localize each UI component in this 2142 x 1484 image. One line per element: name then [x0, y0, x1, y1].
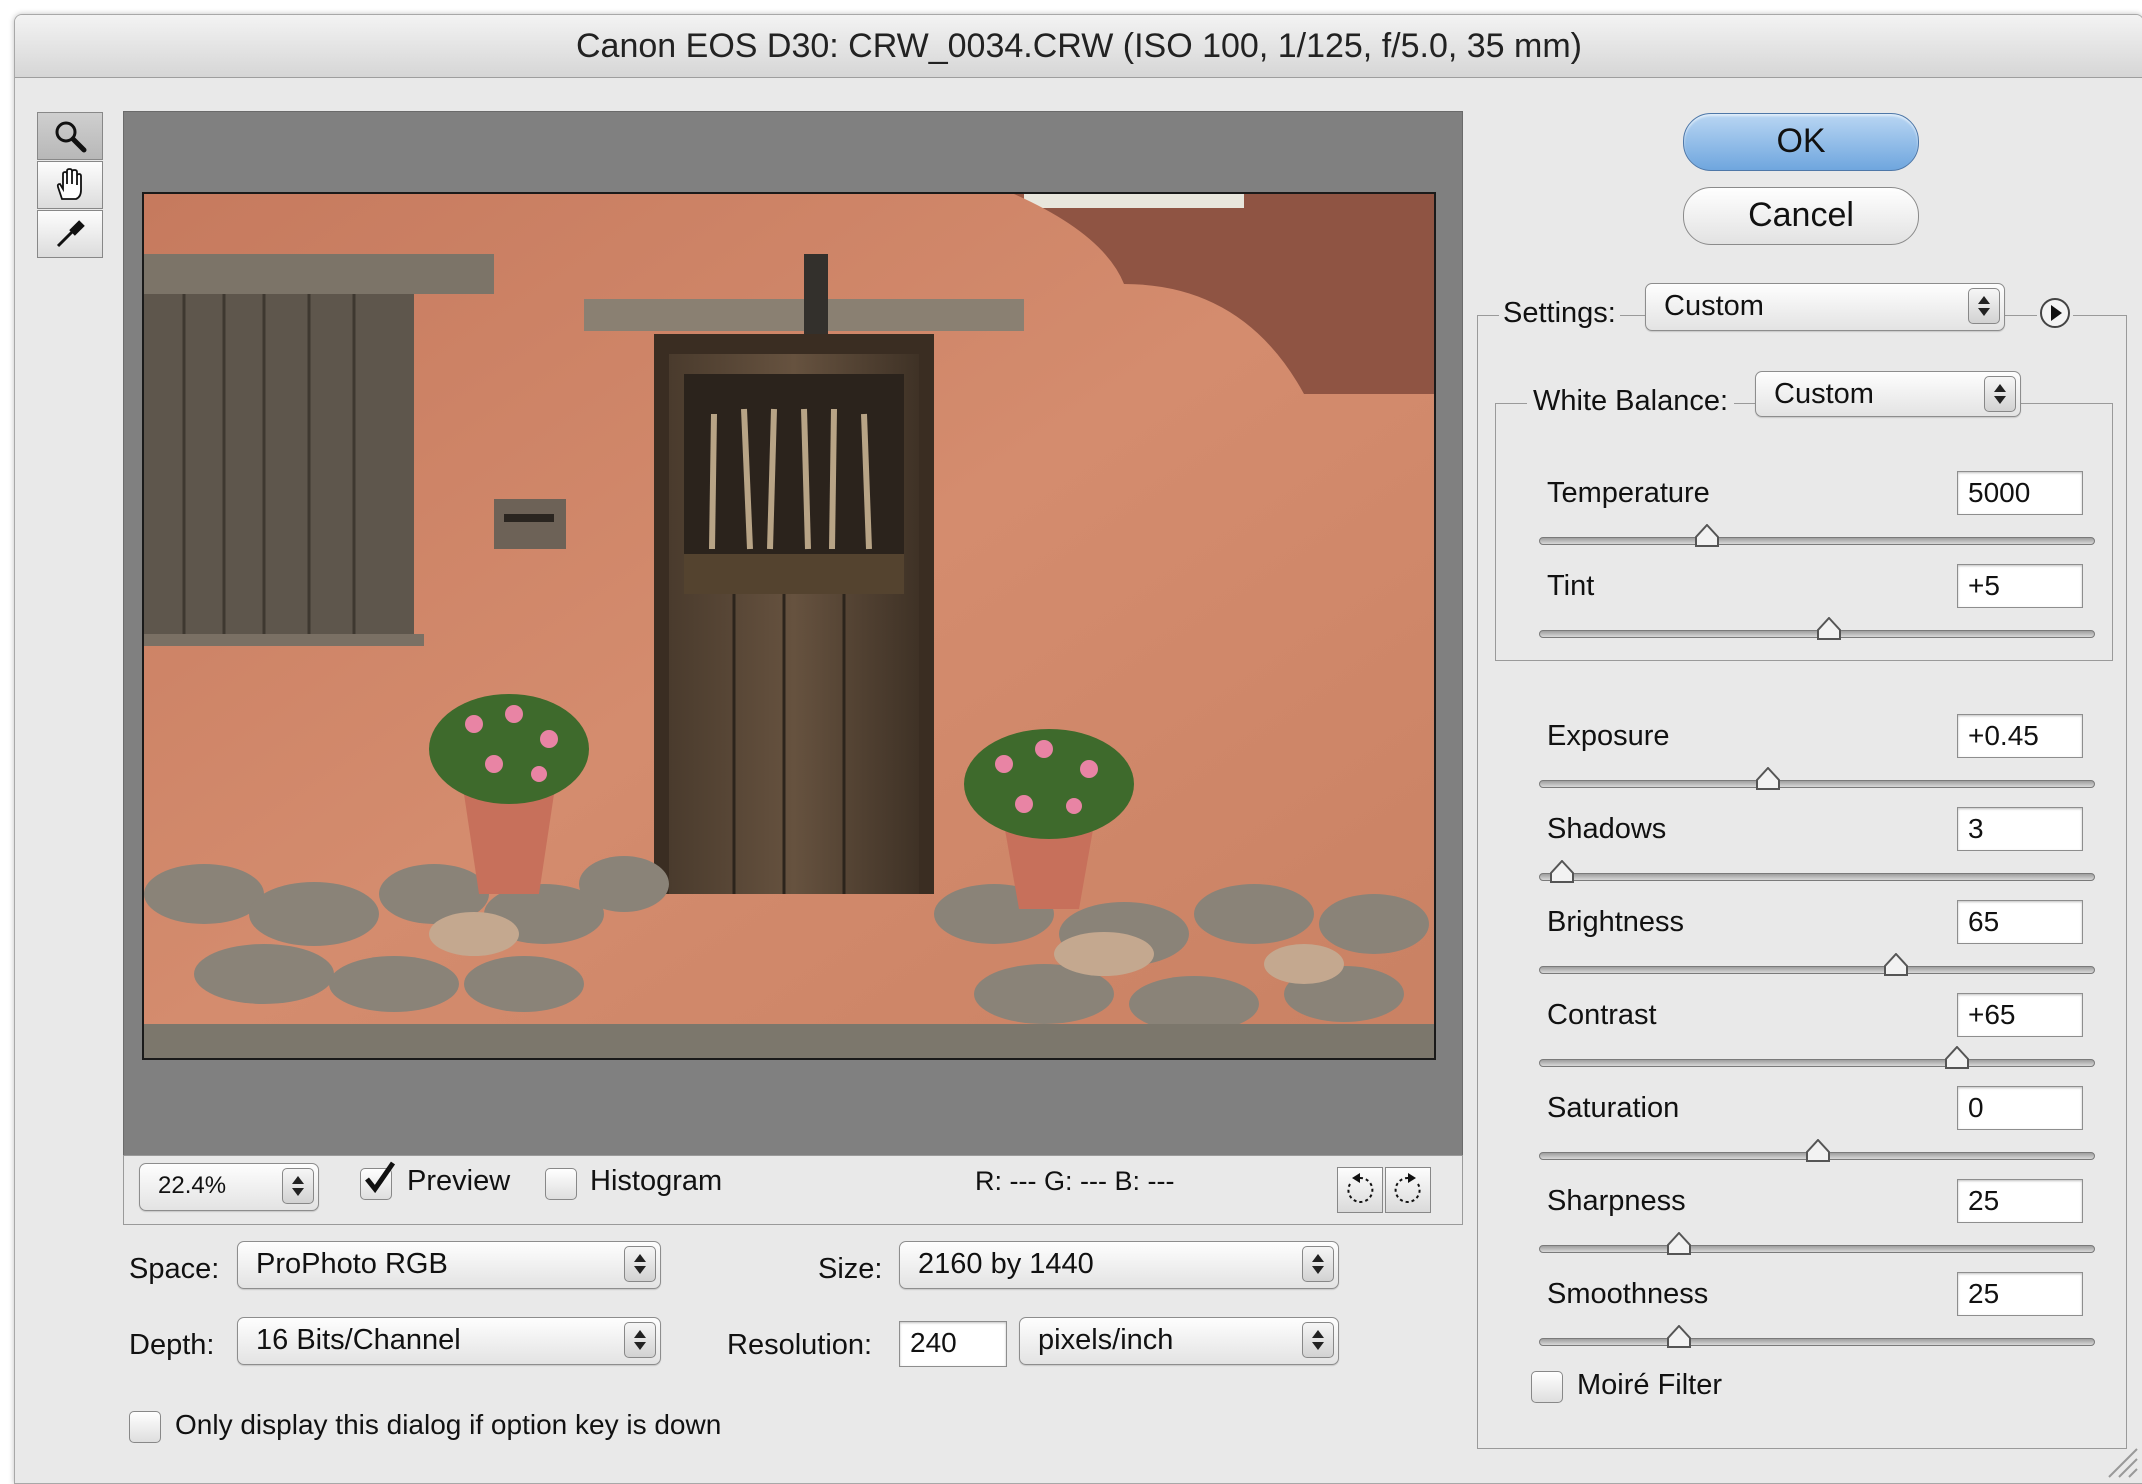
rotate-right-button[interactable]	[1385, 1167, 1431, 1213]
shadows-input[interactable]: 3	[1957, 807, 2083, 851]
adobe-wall-door-photo	[144, 194, 1434, 1058]
space-value: ProPhoto RGB	[256, 1248, 448, 1280]
contrast-input[interactable]: +65	[1957, 993, 2083, 1037]
preview-checkbox[interactable]	[360, 1161, 396, 1200]
shadows-slider[interactable]	[1539, 860, 2095, 883]
size-value: 2160 by 1440	[918, 1248, 1094, 1280]
space-popup[interactable]: ProPhoto RGB	[237, 1241, 661, 1289]
rotate-right-icon	[1394, 1173, 1421, 1203]
tint-label: Tint	[1547, 570, 1595, 602]
saturation-slider-thumb[interactable]	[1805, 1139, 1831, 1163]
shadows-slider-thumb[interactable]	[1549, 860, 1575, 884]
sharpness-slider-thumb[interactable]	[1666, 1232, 1692, 1256]
resolution-unit-popup[interactable]: pixels/inch	[1019, 1317, 1339, 1365]
ok-button[interactable]: OK	[1683, 113, 1919, 171]
contrast-slider[interactable]	[1539, 1046, 2095, 1069]
preview-label: Preview	[407, 1165, 511, 1197]
temperature-slider[interactable]	[1539, 524, 2095, 547]
option-key-checkbox[interactable]	[129, 1411, 161, 1443]
white-balance-tool[interactable]	[37, 210, 103, 258]
shadows-label: Shadows	[1547, 813, 1667, 845]
saturation-label: Saturation	[1547, 1092, 1680, 1124]
white-balance-group	[1495, 403, 2113, 661]
white-balance-value: Custom	[1774, 378, 1874, 410]
depth-value: 16 Bits/Channel	[256, 1324, 461, 1356]
temperature-input[interactable]: 5000	[1957, 471, 2083, 515]
tint-input[interactable]: +5	[1957, 564, 2083, 608]
tint-slider-thumb[interactable]	[1816, 617, 1842, 641]
window-title: Canon EOS D30: CRW_0034.CRW (ISO 100, 1/…	[15, 15, 2142, 78]
depth-popup[interactable]: 16 Bits/Channel	[237, 1317, 661, 1365]
popup-arrows-icon	[1302, 1322, 1334, 1358]
tint-slider[interactable]	[1539, 617, 2095, 640]
depth-label: Depth:	[129, 1329, 215, 1361]
histogram-label: Histogram	[590, 1165, 723, 1197]
popup-arrows-icon	[1302, 1246, 1334, 1282]
magnifier-icon	[55, 121, 87, 153]
checkmark-icon	[365, 1161, 396, 1194]
resolution-input[interactable]: 240	[899, 1321, 1007, 1367]
popup-arrows-icon	[282, 1168, 314, 1204]
moire-filter-checkbox[interactable]	[1531, 1371, 1563, 1403]
moire-filter-label: Moiré Filter	[1577, 1369, 1723, 1401]
sharpness-input[interactable]: 25	[1957, 1179, 2083, 1223]
zoom-level-popup[interactable]: 22.4%	[139, 1163, 319, 1211]
exposure-label: Exposure	[1547, 720, 1670, 752]
contrast-slider-thumb[interactable]	[1944, 1046, 1970, 1070]
settings-label: Settings:	[1499, 297, 1620, 330]
resize-grip-icon[interactable]	[2103, 1443, 2139, 1479]
preview-area[interactable]	[123, 111, 1463, 1157]
smoothness-slider[interactable]	[1539, 1325, 2095, 1348]
sharpness-slider[interactable]	[1539, 1232, 2095, 1255]
exposure-slider[interactable]	[1539, 767, 2095, 790]
preview-control-bar	[123, 1155, 1463, 1225]
saturation-input[interactable]: 0	[1957, 1086, 2083, 1130]
exposure-input[interactable]: +0.45	[1957, 714, 2083, 758]
white-balance-label: White Balance:	[1527, 385, 1735, 418]
smoothness-input[interactable]: 25	[1957, 1272, 2083, 1316]
hand-icon	[56, 168, 82, 200]
photo-preview	[142, 192, 1436, 1060]
popup-arrows-icon	[1984, 376, 2016, 412]
resolution-label: Resolution:	[727, 1329, 873, 1361]
white-balance-popup[interactable]: Custom	[1755, 371, 2021, 417]
size-popup[interactable]: 2160 by 1440	[899, 1241, 1339, 1289]
exposure-slider-thumb[interactable]	[1755, 767, 1781, 791]
brightness-slider[interactable]	[1539, 953, 2095, 976]
zoom-level-value: 22.4%	[158, 1172, 227, 1199]
smoothness-slider-thumb[interactable]	[1666, 1325, 1692, 1349]
zoom-tool[interactable]	[37, 112, 103, 160]
rotate-left-button[interactable]	[1337, 1167, 1383, 1213]
popup-arrows-icon	[624, 1322, 656, 1358]
brightness-slider-thumb[interactable]	[1883, 953, 1909, 977]
brightness-label: Brightness	[1547, 906, 1685, 938]
settings-value: Custom	[1664, 290, 1764, 322]
contrast-label: Contrast	[1547, 999, 1657, 1031]
saturation-slider[interactable]	[1539, 1139, 2095, 1162]
settings-menu-button[interactable]	[2037, 295, 2073, 331]
resolution-unit-value: pixels/inch	[1038, 1324, 1174, 1356]
space-label: Space:	[129, 1253, 220, 1285]
popup-arrows-icon	[1968, 288, 2000, 324]
temperature-label: Temperature	[1547, 477, 1710, 509]
size-label: Size:	[818, 1253, 883, 1285]
temperature-slider-thumb[interactable]	[1694, 524, 1720, 548]
flyout-menu-icon	[2040, 298, 2070, 328]
camera-raw-dialog: Canon EOS D30: CRW_0034.CRW (ISO 100, 1/…	[14, 14, 2142, 1484]
histogram-checkbox[interactable]	[545, 1168, 577, 1200]
cancel-button[interactable]: Cancel	[1683, 187, 1919, 245]
hand-tool[interactable]	[37, 161, 103, 209]
rotate-left-icon	[1347, 1173, 1374, 1203]
popup-arrows-icon	[624, 1246, 656, 1282]
sharpness-label: Sharpness	[1547, 1185, 1686, 1217]
smoothness-label: Smoothness	[1547, 1278, 1709, 1310]
eyedropper-icon	[56, 220, 85, 248]
option-key-label: Only display this dialog if option key i…	[175, 1409, 722, 1440]
brightness-input[interactable]: 65	[1957, 900, 2083, 944]
settings-popup[interactable]: Custom	[1645, 283, 2005, 331]
rgb-readout: R: --- G: --- B: ---	[975, 1166, 1175, 1196]
